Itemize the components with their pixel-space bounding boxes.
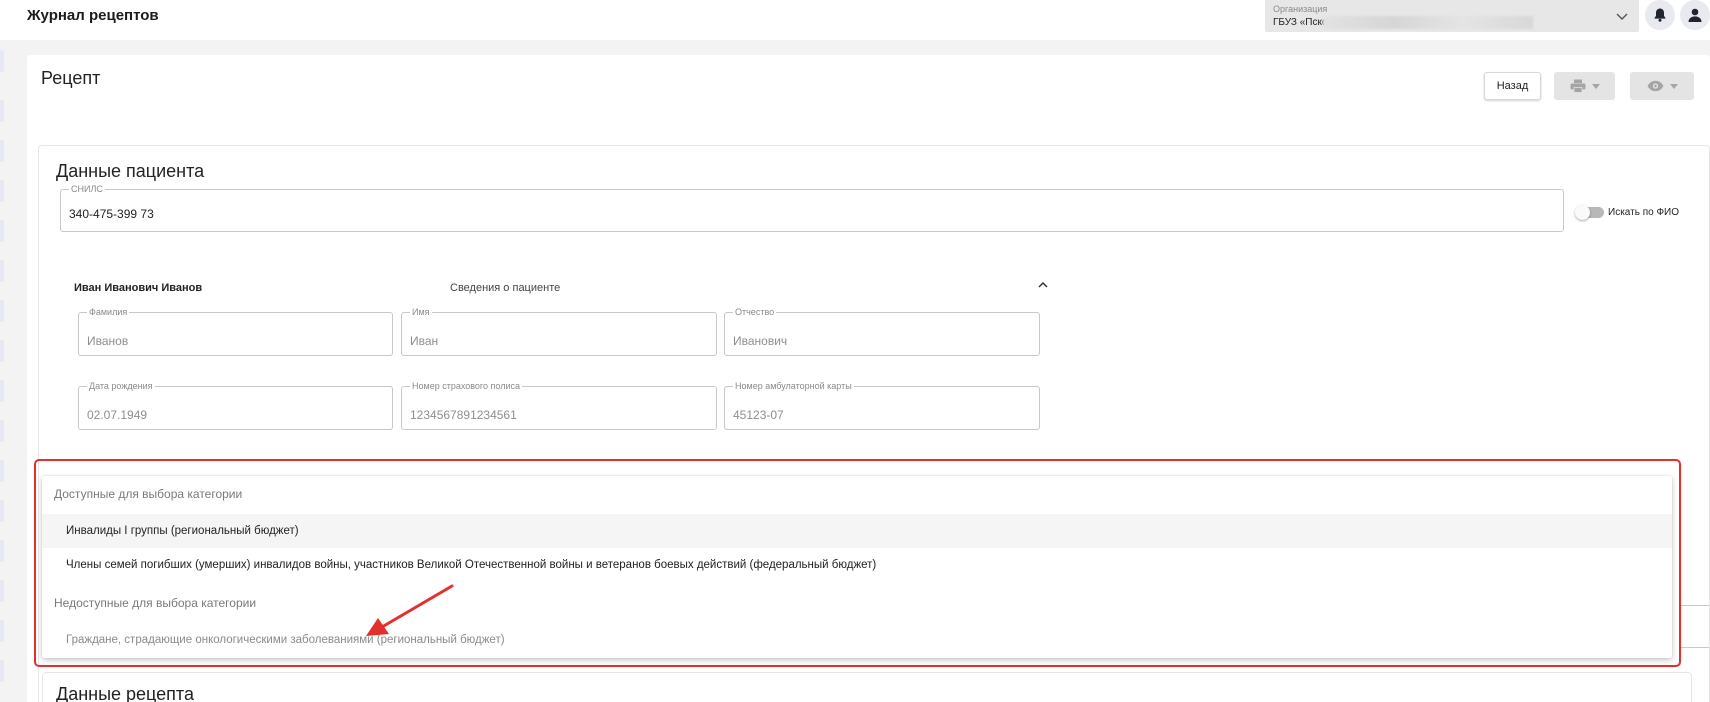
patient-full-name: Иван Иванович Иванов <box>74 282 203 294</box>
insurance-policy-field[interactable]: Номер страхового полиса 1234567891234561 <box>401 381 717 430</box>
organization-label: Организация <box>1273 4 1328 14</box>
outpatient-card-label: Номер амбулаторной карты <box>733 381 854 391</box>
last-name-field[interactable]: Фамилия Иванов <box>78 307 393 356</box>
left-rail <box>0 40 6 702</box>
page-title: Рецепт <box>41 68 101 88</box>
hidden-field-edge <box>1679 647 1709 648</box>
view-menu-button[interactable] <box>1630 72 1694 100</box>
app-title: Журнал рецептов <box>27 7 159 24</box>
organization-value: ГБУЗ «Пско <box>1273 17 1328 28</box>
category-option[interactable]: Инвалиды I группы (региональный бюджет) <box>42 514 1672 548</box>
middle-name-label: Отчество <box>733 307 777 317</box>
last-name-label: Фамилия <box>87 307 130 317</box>
back-button[interactable]: Назад <box>1484 72 1541 100</box>
first-name-field[interactable]: Имя Иван <box>401 307 717 356</box>
category-option-label: Граждане, страдающие онкологическими заб… <box>66 634 505 646</box>
chevron-down-icon <box>1616 13 1628 20</box>
benefit-category-dropdown: Доступные для выбора категории Инвалиды … <box>42 476 1672 658</box>
hidden-field-edge <box>1679 605 1709 606</box>
middle-name-field[interactable]: Отчество Иванович <box>724 307 1040 356</box>
bell-icon <box>1654 8 1666 22</box>
user-menu-button[interactable] <box>1680 0 1710 30</box>
birth-date-field[interactable]: Дата рождения 02.07.1949 <box>78 381 393 430</box>
caret-down-icon <box>1669 83 1678 89</box>
toggle-knob <box>1575 205 1590 220</box>
snils-label: СНИЛС <box>69 184 105 194</box>
insurance-policy-value: 1234567891234561 <box>410 408 517 422</box>
search-by-name-toggle[interactable] <box>1575 205 1604 220</box>
eye-icon <box>1647 80 1663 92</box>
chevron-up-icon[interactable] <box>1036 278 1050 292</box>
patient-info-toggle[interactable]: Сведения о пациенте <box>450 282 560 294</box>
print-menu-button[interactable] <box>1554 72 1615 100</box>
notifications-button[interactable] <box>1645 0 1675 30</box>
insurance-policy-label: Номер страхового полиса <box>410 381 522 391</box>
search-by-name-label: Искать по ФИО <box>1608 207 1680 218</box>
printer-icon <box>1570 79 1585 93</box>
organization-select[interactable]: Организация ГБУЗ «Пско <box>1265 0 1639 32</box>
user-icon <box>1688 8 1702 22</box>
unavailable-categories-header: Недоступные для выбора категории <box>54 596 257 610</box>
top-bar: Журнал рецептов Организация ГБУЗ «Пско <box>0 0 1710 40</box>
last-name-value: Иванов <box>87 334 129 348</box>
snils-value: 340-475-399 73 <box>69 207 154 221</box>
outpatient-card-value: 45123-07 <box>733 408 784 422</box>
category-option[interactable]: Члены семей погибших (умерших) инвалидов… <box>42 548 1672 582</box>
recipe-section-title: Данные рецепта <box>56 684 194 702</box>
birth-date-value: 02.07.1949 <box>87 408 148 422</box>
snils-field[interactable]: СНИЛС 340-475-399 73 <box>60 184 1564 232</box>
category-option-disabled: Граждане, страдающие онкологическими заб… <box>42 623 1672 657</box>
category-option-label: Члены семей погибших (умерших) инвалидов… <box>66 559 877 571</box>
first-name-label: Имя <box>410 307 432 317</box>
category-option-label: Инвалиды I группы (региональный бюджет) <box>66 525 299 537</box>
caret-down-icon <box>1591 83 1600 89</box>
first-name-value: Иван <box>410 334 439 348</box>
birth-date-label: Дата рождения <box>87 381 155 391</box>
recipe-data-section <box>42 672 1692 702</box>
outpatient-card-field[interactable]: Номер амбулаторной карты 45123-07 <box>724 381 1040 430</box>
available-categories-header: Доступные для выбора категории <box>54 487 243 501</box>
organization-redacted <box>1323 16 1533 29</box>
middle-name-value: Иванович <box>733 334 788 348</box>
patient-section-title: Данные пациента <box>56 161 205 181</box>
